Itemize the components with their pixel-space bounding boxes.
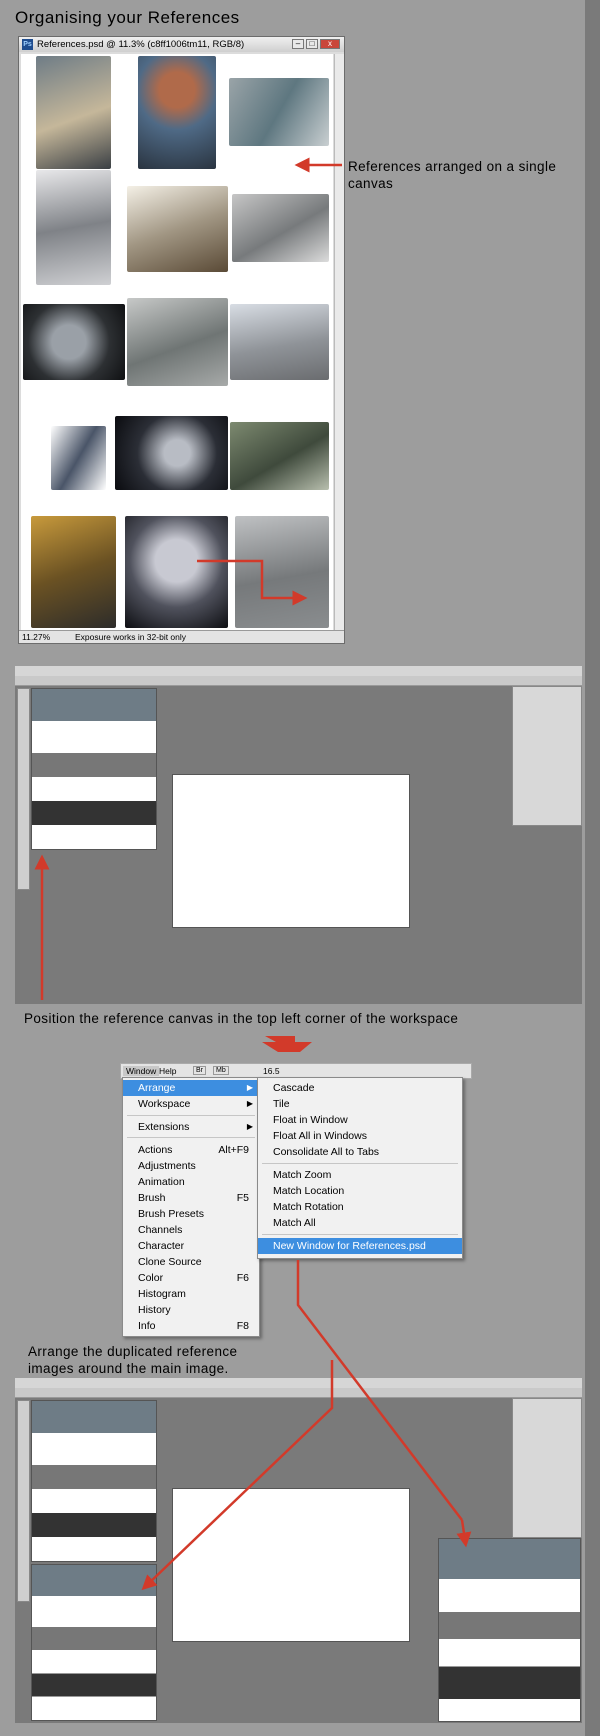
arrow-down-to-menu (262, 1036, 312, 1052)
arrow-menu-to-right (296, 1260, 463, 1521)
arrow-inside-canvas (197, 559, 308, 606)
arrow-to-left-duplicate (141, 1360, 334, 1591)
arrow-down-right (456, 1519, 472, 1548)
annotation-arrows (34, 157, 472, 1591)
